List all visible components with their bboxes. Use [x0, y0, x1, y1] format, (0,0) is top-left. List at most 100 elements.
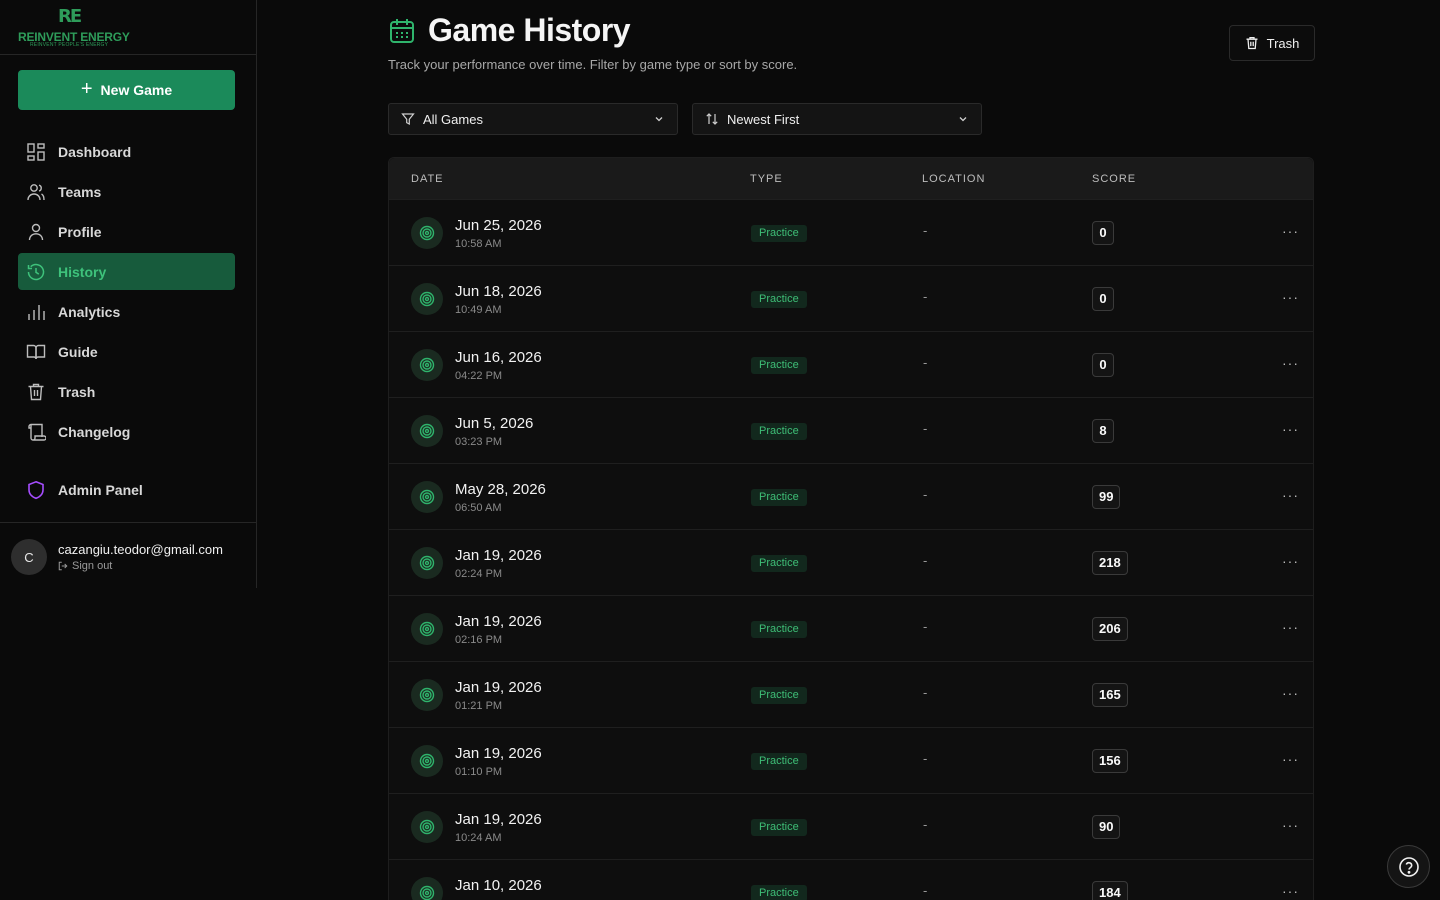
- more-options-icon[interactable]: ···: [1282, 356, 1299, 370]
- sidebar-item-dashboard[interactable]: Dashboard: [18, 133, 235, 170]
- type-badge: Practice: [751, 357, 807, 374]
- row-date: Jun 16, 2026: [455, 349, 542, 366]
- row-date: Jan 19, 2026: [455, 547, 542, 564]
- chevron-down-icon: [655, 117, 663, 122]
- brand-logo[interactable]: RE REINVENT ENERGY REINVENT PEOPLE'S ENE…: [0, 0, 256, 55]
- more-options-icon[interactable]: ···: [1282, 554, 1299, 568]
- row-date: Jan 19, 2026: [455, 613, 542, 630]
- sidebar-item-profile[interactable]: Profile: [18, 213, 235, 250]
- more-options-icon[interactable]: ···: [1282, 884, 1299, 898]
- row-time: 10:58 AM: [455, 238, 502, 250]
- table-row[interactable]: Jan 19, 2026 10:24 AM Practice - 90 ···: [389, 793, 1313, 859]
- more-options-icon[interactable]: ···: [1282, 488, 1299, 502]
- row-location: -: [923, 223, 928, 238]
- book-icon: [26, 344, 46, 359]
- more-options-icon[interactable]: ···: [1282, 620, 1299, 634]
- row-time: 10:49 AM: [455, 304, 502, 316]
- more-options-icon[interactable]: ···: [1282, 290, 1299, 304]
- more-options-icon[interactable]: ···: [1282, 818, 1299, 832]
- column-date[interactable]: DATE: [411, 173, 444, 185]
- row-time: 01:21 PM: [455, 700, 503, 712]
- target-icon: [411, 811, 443, 843]
- row-location: -: [923, 355, 928, 370]
- user-icon: [28, 223, 44, 240]
- help-icon: [1398, 856, 1419, 877]
- score-badge: 8: [1092, 419, 1114, 443]
- table-row[interactable]: Jan 19, 2026 01:10 PM Practice - 156 ···: [389, 727, 1313, 793]
- sidebar-item-label: Analytics: [58, 303, 121, 320]
- score-badge: 156: [1092, 749, 1128, 773]
- sidebar-item-label: Changelog: [58, 423, 131, 440]
- sidebar-item-guide[interactable]: Guide: [18, 333, 235, 370]
- game-history-table: DATE TYPE LOCATION SCORE Jun 25, 2026 10:…: [388, 157, 1314, 900]
- table-body: Jun 25, 2026 10:58 AM Practice -0 ··· Jun 18,…: [389, 199, 1313, 900]
- row-date: Jun 25, 2026: [455, 217, 542, 234]
- avatar[interactable]: C: [11, 539, 47, 575]
- sidebar-item-label: Admin Panel: [58, 481, 143, 498]
- calendar-icon: [390, 18, 414, 43]
- row-time: 03:23 PM: [455, 436, 503, 448]
- row-date: Jan 10, 2026: [455, 877, 542, 894]
- table-row[interactable]: May 28, 2026 06:50 AM Practice - 99 ···: [389, 463, 1313, 529]
- sidebar-item-analytics[interactable]: Analytics: [18, 293, 235, 330]
- new-game-button[interactable]: + New Game: [18, 70, 235, 110]
- sidebar-item-history[interactable]: History: [18, 253, 235, 290]
- user-email: cazangiu.teodor@gmail.com: [58, 542, 223, 557]
- more-options-icon[interactable]: ···: [1282, 686, 1299, 700]
- bar-chart-icon: [28, 304, 45, 320]
- dashboard-icon: [27, 142, 45, 161]
- type-badge: Practice: [751, 621, 807, 638]
- sidebar-item-teams[interactable]: Teams: [18, 173, 235, 210]
- scroll-icon: [28, 423, 46, 441]
- score-badge: 165: [1092, 683, 1128, 707]
- target-icon: [411, 547, 443, 579]
- table-row[interactable]: Jun 16, 2026 04:22 PM Practice - 0 ···: [389, 331, 1313, 397]
- row-date: Jan 19, 2026: [455, 679, 542, 696]
- row-location: -: [923, 487, 928, 502]
- table-row[interactable]: Jan 19, 2026 02:16 PM Practice - 206 ···: [389, 595, 1313, 661]
- table-row[interactable]: Jun 18, 2026 10:49 AM Practice - 0 ···: [389, 265, 1313, 331]
- row-time: 01:10 PM: [455, 766, 503, 778]
- row-date: Jun 5, 2026: [455, 415, 534, 432]
- help-button[interactable]: [1387, 845, 1430, 888]
- sidebar-item-label: History: [58, 263, 107, 280]
- type-badge: Practice: [751, 687, 807, 704]
- more-options-icon[interactable]: ···: [1282, 224, 1299, 238]
- users-icon: [27, 183, 45, 200]
- sidebar-item-trash[interactable]: Trash: [18, 373, 235, 410]
- chevron-down-icon: [959, 117, 967, 122]
- table-row[interactable]: Jan 10, 2026 Practice - 184 ···: [389, 859, 1313, 900]
- more-options-icon[interactable]: ···: [1282, 422, 1299, 436]
- table-row[interactable]: Jun 5, 2026 03:23 PM Practice - 8 ···: [389, 397, 1313, 463]
- logo-mark: RE: [58, 6, 82, 27]
- row-date: Jan 19, 2026: [455, 745, 542, 762]
- table-header: DATE TYPE LOCATION SCORE: [389, 158, 1313, 199]
- column-location[interactable]: LOCATION: [922, 173, 985, 185]
- trash-button[interactable]: Trash: [1229, 25, 1315, 61]
- sidebar-item-admin-panel[interactable]: Admin Panel: [18, 471, 235, 508]
- table-row[interactable]: Jun 25, 2026 10:58 AM Practice - 0 ···: [389, 199, 1313, 265]
- column-type[interactable]: TYPE: [750, 173, 783, 185]
- game-type-filter[interactable]: All Games: [388, 103, 678, 135]
- more-options-icon[interactable]: ···: [1282, 752, 1299, 766]
- sidebar-item-label: Teams: [58, 183, 102, 200]
- sidebar-item-label: Dashboard: [58, 143, 132, 160]
- column-score[interactable]: SCORE: [1092, 173, 1136, 185]
- sidebar-item-label: Trash: [58, 383, 96, 400]
- type-badge: Practice: [751, 225, 807, 242]
- row-location: -: [923, 289, 928, 304]
- history-icon: [27, 263, 45, 280]
- sort-select[interactable]: Newest First: [692, 103, 982, 135]
- target-icon: [411, 481, 443, 513]
- target-icon: [411, 613, 443, 645]
- sidebar-item-changelog[interactable]: Changelog: [18, 413, 235, 450]
- sign-out-label: Sign out: [72, 560, 113, 572]
- table-row[interactable]: Jan 19, 2026 01:21 PM Practice - 165 ···: [389, 661, 1313, 727]
- type-badge: Practice: [751, 753, 807, 770]
- table-row[interactable]: Jan 19, 2026 02:24 PM Practice - 218 ···: [389, 529, 1313, 595]
- sign-out-link[interactable]: Sign out: [58, 560, 223, 572]
- target-icon: [411, 877, 443, 900]
- score-badge: 0: [1092, 353, 1114, 377]
- sort-icon: [706, 113, 718, 125]
- target-icon: [411, 745, 443, 777]
